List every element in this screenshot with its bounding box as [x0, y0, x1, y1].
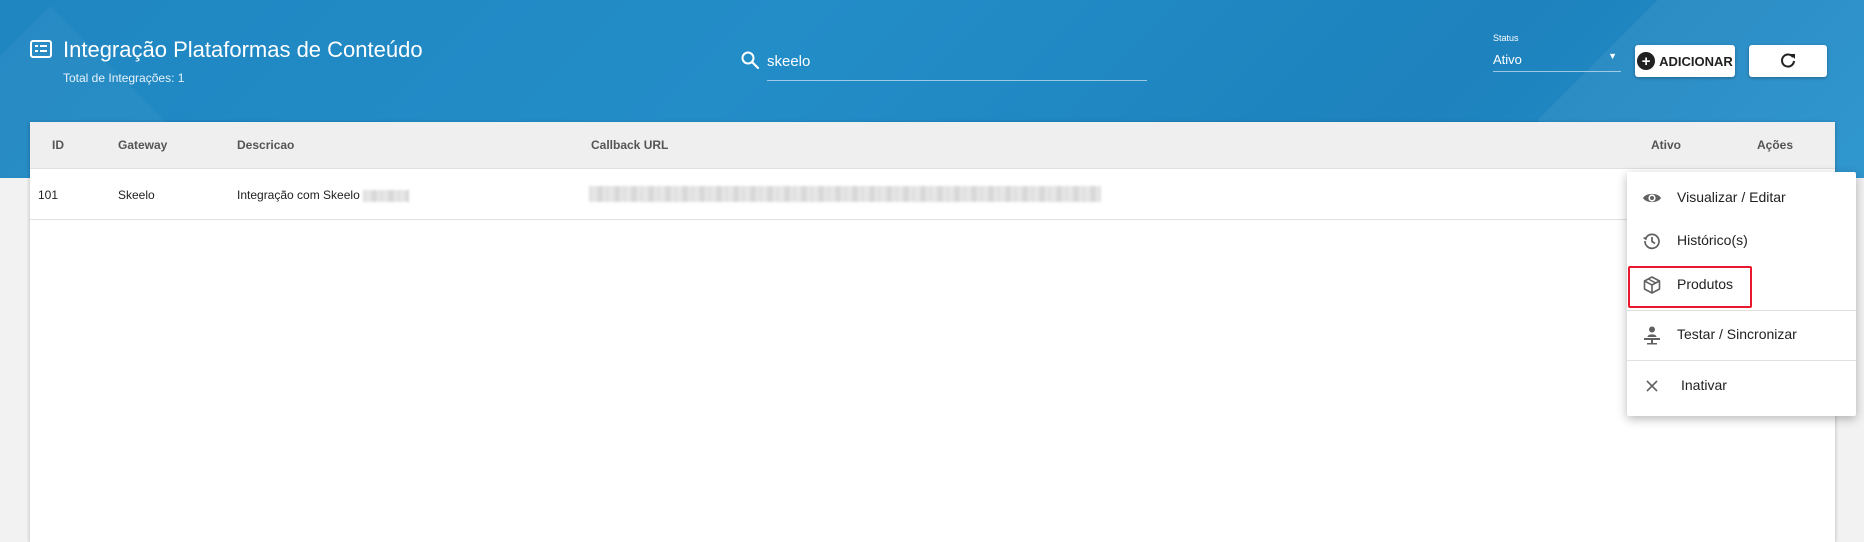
menu-item-historico[interactable]: Histórico(s) — [1627, 220, 1856, 262]
eye-icon — [1643, 193, 1661, 203]
integration-count: Total de Integrações: 1 — [63, 71, 185, 85]
add-button[interactable]: + ADICIONAR — [1635, 45, 1735, 77]
redacted-text — [363, 189, 410, 202]
table-header: ID Gateway Descricao Callback URL Ativo … — [30, 122, 1835, 169]
page-title: Integração Plataformas de Conteúdo — [63, 37, 423, 62]
cell-descricao-text: Integração com Skeelo — [237, 188, 360, 202]
menu-item-inativar[interactable]: Inativar — [1627, 365, 1856, 407]
package-icon — [1643, 276, 1661, 294]
close-icon — [1646, 380, 1658, 392]
search-box — [740, 46, 1150, 81]
search-icon — [741, 51, 760, 70]
menu-item-testar-sincronizar[interactable]: Testar / Sincronizar — [1627, 314, 1856, 356]
menu-item-produtos[interactable]: Produtos — [1627, 264, 1856, 306]
history-icon — [1642, 233, 1660, 250]
refresh-button[interactable] — [1749, 45, 1827, 77]
column-header-acoes: Ações — [1757, 138, 1794, 152]
menu-divider — [1627, 310, 1856, 311]
list-alt-icon — [30, 40, 52, 58]
menu-item-label: Produtos — [1677, 276, 1734, 292]
status-label: Status — [1493, 33, 1519, 43]
add-circle-icon: + — [1637, 52, 1656, 70]
cell-callback-url — [589, 186, 1101, 202]
table-row[interactable]: 101 Skeelo Integração com Skeelo — [30, 169, 1835, 220]
column-header-ativo[interactable]: Ativo — [1651, 138, 1681, 152]
cell-gateway: Skeelo — [118, 188, 155, 202]
add-button-label: ADICIONAR — [1659, 53, 1733, 69]
menu-item-label: Inativar — [1681, 377, 1727, 393]
actions-menu: Visualizar / Editar Histórico(s) Produto… — [1627, 172, 1856, 416]
menu-item-label: Visualizar / Editar — [1677, 189, 1786, 205]
menu-item-label: Testar / Sincronizar — [1677, 326, 1797, 342]
status-select[interactable]: Ativo ▼ — [1493, 47, 1621, 72]
sync-person-icon — [1644, 326, 1660, 345]
search-input[interactable] — [767, 46, 1147, 81]
cell-descricao: Integração com Skeelo — [237, 188, 410, 202]
column-header-id[interactable]: ID — [52, 138, 64, 152]
status-value: Ativo — [1493, 52, 1522, 67]
integrations-table: ID Gateway Descricao Callback URL Ativo … — [30, 122, 1835, 542]
refresh-icon — [1781, 53, 1795, 68]
status-filter[interactable]: Status Ativo ▼ — [1493, 33, 1623, 73]
chevron-down-icon: ▼ — [1608, 51, 1617, 61]
column-header-gateway[interactable]: Gateway — [118, 138, 167, 152]
redacted-url — [589, 186, 1101, 202]
column-header-descricao[interactable]: Descricao — [237, 138, 294, 152]
menu-item-label: Histórico(s) — [1677, 232, 1748, 248]
menu-divider — [1627, 360, 1856, 361]
menu-item-visualizar-editar[interactable]: Visualizar / Editar — [1627, 177, 1856, 219]
cell-id: 101 — [38, 188, 59, 202]
column-header-callback-url[interactable]: Callback URL — [591, 138, 668, 152]
